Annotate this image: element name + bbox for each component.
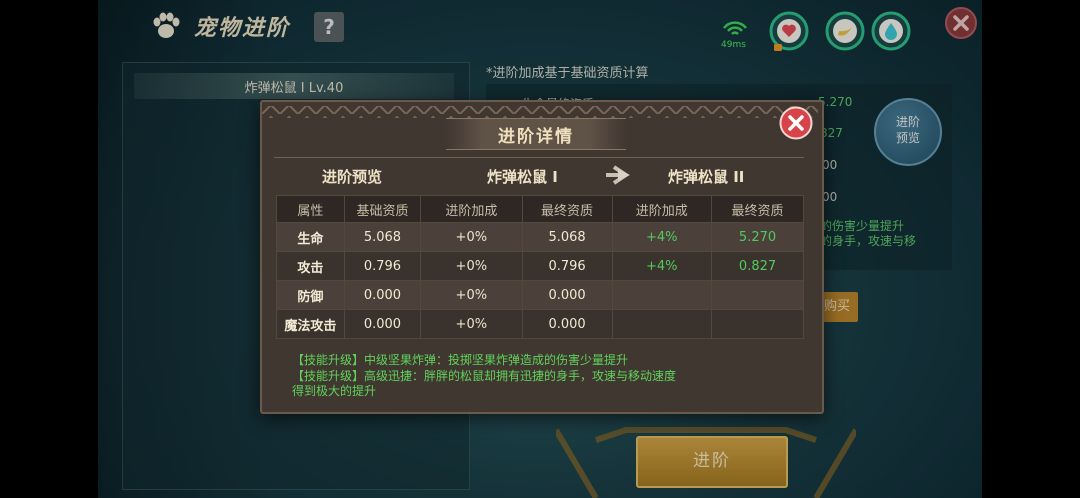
next-bonus-cell: +4% [611, 222, 713, 252]
preview-heading: 进阶预览 [322, 168, 383, 186]
table-row: 魔法攻击 0.000 +0% 0.000 [276, 309, 804, 339]
column-header: 最终资质 [521, 195, 613, 223]
from-pet-name: 炸弹松鼠 I [487, 168, 558, 186]
table-row: 攻击 0.796 +0% 0.796 +4% 0.827 [276, 251, 804, 281]
column-header: 进阶加成 [611, 195, 713, 223]
attr-cell: 魔法攻击 [276, 309, 345, 339]
divider [274, 157, 804, 158]
skill-upgrade-text: 【技能升级】高级迅捷：胖胖的松鼠却拥有迅捷的身手，攻速与移动速度 [292, 369, 677, 383]
table-row: 生命 5.068 +0% 5.068 +4% 5.270 [276, 222, 804, 252]
final-cell: 0.796 [521, 251, 613, 281]
table-row: 防御 0.000 +0% 0.000 [276, 280, 804, 310]
base-cell: 0.796 [343, 251, 422, 281]
arrow-right-icon [606, 165, 630, 185]
next-final-cell [711, 309, 804, 339]
final-cell: 0.000 [521, 309, 613, 339]
stat-table: 属性 基础资质 进阶加成 最终资质 进阶加成 最终资质 生命 5.068 +0%… [276, 195, 804, 339]
next-bonus-cell: +4% [611, 251, 713, 281]
next-bonus-cell [611, 280, 713, 310]
skill-upgrade-text: 【技能升级】中级坚果炸弹：投掷坚果炸弹造成的伤害少量提升 [292, 353, 629, 367]
next-final-cell: 5.270 [711, 222, 804, 252]
table-header-row: 属性 基础资质 进阶加成 最终资质 进阶加成 最终资质 [276, 195, 804, 223]
final-cell: 0.000 [521, 280, 613, 310]
attr-cell: 防御 [276, 280, 345, 310]
next-final-cell: 0.827 [711, 251, 804, 281]
base-cell: 0.000 [343, 309, 422, 339]
next-bonus-cell [611, 309, 713, 339]
attr-cell: 攻击 [276, 251, 345, 281]
column-header: 属性 [276, 195, 345, 223]
to-pet-name: 炸弹松鼠 II [668, 168, 745, 186]
close-icon[interactable] [779, 106, 813, 140]
column-header: 最终资质 [711, 195, 804, 223]
attr-cell: 生命 [276, 222, 345, 252]
next-final-cell [711, 280, 804, 310]
column-header: 基础资质 [343, 195, 422, 223]
dialog-title: 进阶详情 [498, 127, 574, 147]
bonus-cell: +0% [420, 280, 523, 310]
skill-upgrade-text: 得到极大的提升 [292, 384, 377, 398]
final-cell: 5.068 [521, 222, 613, 252]
bonus-cell: +0% [420, 309, 523, 339]
bonus-cell: +0% [420, 222, 523, 252]
base-cell: 5.068 [343, 222, 422, 252]
bonus-cell: +0% [420, 251, 523, 281]
base-cell: 0.000 [343, 280, 422, 310]
column-header: 进阶加成 [420, 195, 523, 223]
